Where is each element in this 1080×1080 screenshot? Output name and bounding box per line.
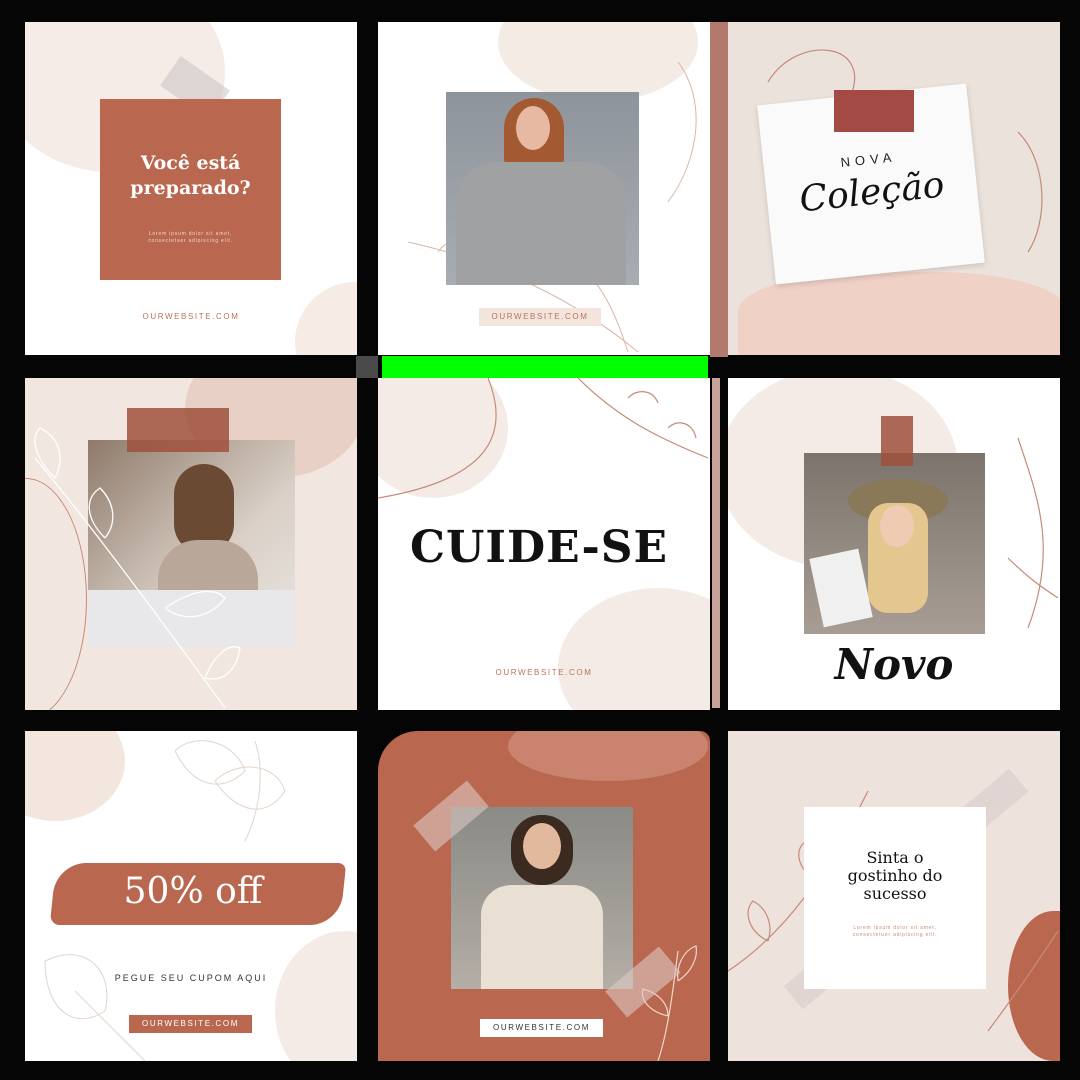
- grey-strip: [356, 356, 378, 378]
- post-tile-2[interactable]: OURWEBSITE.COM: [378, 22, 710, 355]
- post-tile-7[interactable]: 50% off PEGUE SEU CUPOM AQUI OURWEBSITE.…: [25, 731, 357, 1061]
- blob-shape: [738, 272, 1060, 355]
- website-link: OURWEBSITE.COM: [493, 1023, 590, 1032]
- green-strip: [382, 356, 708, 378]
- post-tile-5[interactable]: CUIDE-SE OURWEBSITE.COM: [378, 378, 710, 710]
- face-shape: [516, 106, 550, 150]
- tape-strip: [881, 416, 913, 466]
- rust-divider: [710, 22, 728, 357]
- woman-hat-photo: [804, 453, 985, 634]
- website-link[interactable]: OURWEBSITE.COM: [25, 312, 357, 321]
- sweater-shape: [456, 162, 626, 285]
- post-tile-9[interactable]: Sinta o gostinho do sucesso Lorem ipsum …: [728, 731, 1060, 1061]
- cardigan-shape: [481, 885, 603, 989]
- coupon-subtext: PEGUE SEU CUPOM AQUI: [114, 973, 268, 983]
- card-lorem: Lorem ipsum dolor sit amet, consectetuer…: [148, 231, 233, 244]
- terracotta-card: Você está preparado? Lorem ipsum dolor s…: [100, 99, 281, 280]
- website-link: OURWEBSITE.COM: [491, 312, 589, 321]
- white-leaf-line-art: [34, 427, 241, 709]
- tape-strip: [834, 90, 914, 132]
- post-tile-1[interactable]: Você está preparado? Lorem ipsum dolor s…: [25, 22, 357, 355]
- woman-sweater-photo: [446, 92, 639, 285]
- post-tile-4[interactable]: [25, 378, 357, 710]
- face-shape: [880, 505, 914, 547]
- discount-headline: 50% off: [123, 871, 263, 912]
- main-heading: CUIDE-SE: [409, 522, 669, 573]
- post-tile-3[interactable]: NOVA Coleção: [728, 22, 1060, 355]
- website-pill[interactable]: OURWEBSITE.COM: [480, 1019, 603, 1037]
- post-tile-6[interactable]: Novo: [728, 378, 1060, 710]
- face-shape: [523, 823, 561, 869]
- website-pill[interactable]: OURWEBSITE.COM: [479, 308, 601, 326]
- card-heading: Você está preparado?: [130, 152, 251, 199]
- woman-card-photo: [451, 807, 633, 989]
- website-button[interactable]: OURWEBSITE.COM: [129, 1015, 252, 1033]
- post-tile-8[interactable]: OURWEBSITE.COM: [378, 731, 710, 1061]
- website-link: OURWEBSITE.COM: [142, 1019, 239, 1028]
- white-card: Sinta o gostinho do sucesso Lorem ipsum …: [804, 807, 986, 989]
- website-link[interactable]: OURWEBSITE.COM: [378, 668, 710, 677]
- card-heading: Sinta o gostinho do sucesso: [847, 848, 943, 903]
- card-lorem: Lorem ipsum dolor sit amet, consectetuer…: [852, 925, 938, 938]
- script-title: Novo: [834, 640, 954, 689]
- rust-divider-2: [712, 378, 720, 708]
- shopping-bags: [809, 548, 873, 628]
